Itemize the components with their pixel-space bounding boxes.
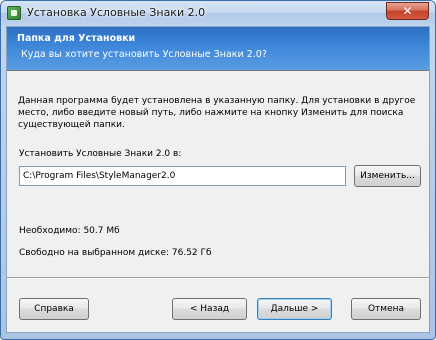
close-button[interactable]: ✕: [386, 2, 429, 20]
back-button[interactable]: < Назад: [172, 298, 247, 320]
window-title: Установка Условные Знаки 2.0: [27, 6, 206, 19]
title-bar[interactable]: Установка Условные Знаки 2.0 ✕: [1, 1, 435, 25]
close-icon: ✕: [402, 4, 413, 18]
required-space-text: Необходимо: 50.7 Мб: [19, 226, 120, 236]
dialog-client-area: Папка для Установки Куда вы хотите устан…: [6, 26, 430, 333]
install-path-input[interactable]: [19, 166, 346, 186]
cancel-button[interactable]: Отмена: [351, 298, 421, 320]
back-button-label: < Назад: [189, 304, 230, 314]
installer-window: Установка Условные Знаки 2.0 ✕ Папка для…: [0, 0, 436, 340]
help-button[interactable]: Справка: [19, 298, 89, 320]
next-button-label: Дальше >: [270, 304, 319, 314]
help-button-label: Справка: [34, 304, 74, 314]
free-space-text: Свободно на выбранном диске: 76.52 Гб: [19, 248, 212, 258]
header-panel: Папка для Установки Куда вы хотите устан…: [7, 27, 429, 71]
header-subtitle: Куда вы хотите установить Условные Знаки…: [21, 49, 267, 60]
header-title: Папка для Установки: [17, 33, 136, 44]
change-button-label: Изменить...: [360, 171, 415, 181]
description-text: Данная программа будет установлена в ука…: [18, 96, 416, 130]
change-button[interactable]: Изменить...: [354, 165, 421, 187]
install-path-label: Установить Условные Знаки 2.0 в:: [19, 149, 182, 159]
app-icon: [7, 6, 21, 20]
footer-separator: [7, 277, 429, 279]
next-button[interactable]: Дальше >: [257, 298, 332, 320]
cancel-button-label: Отмена: [367, 304, 405, 314]
